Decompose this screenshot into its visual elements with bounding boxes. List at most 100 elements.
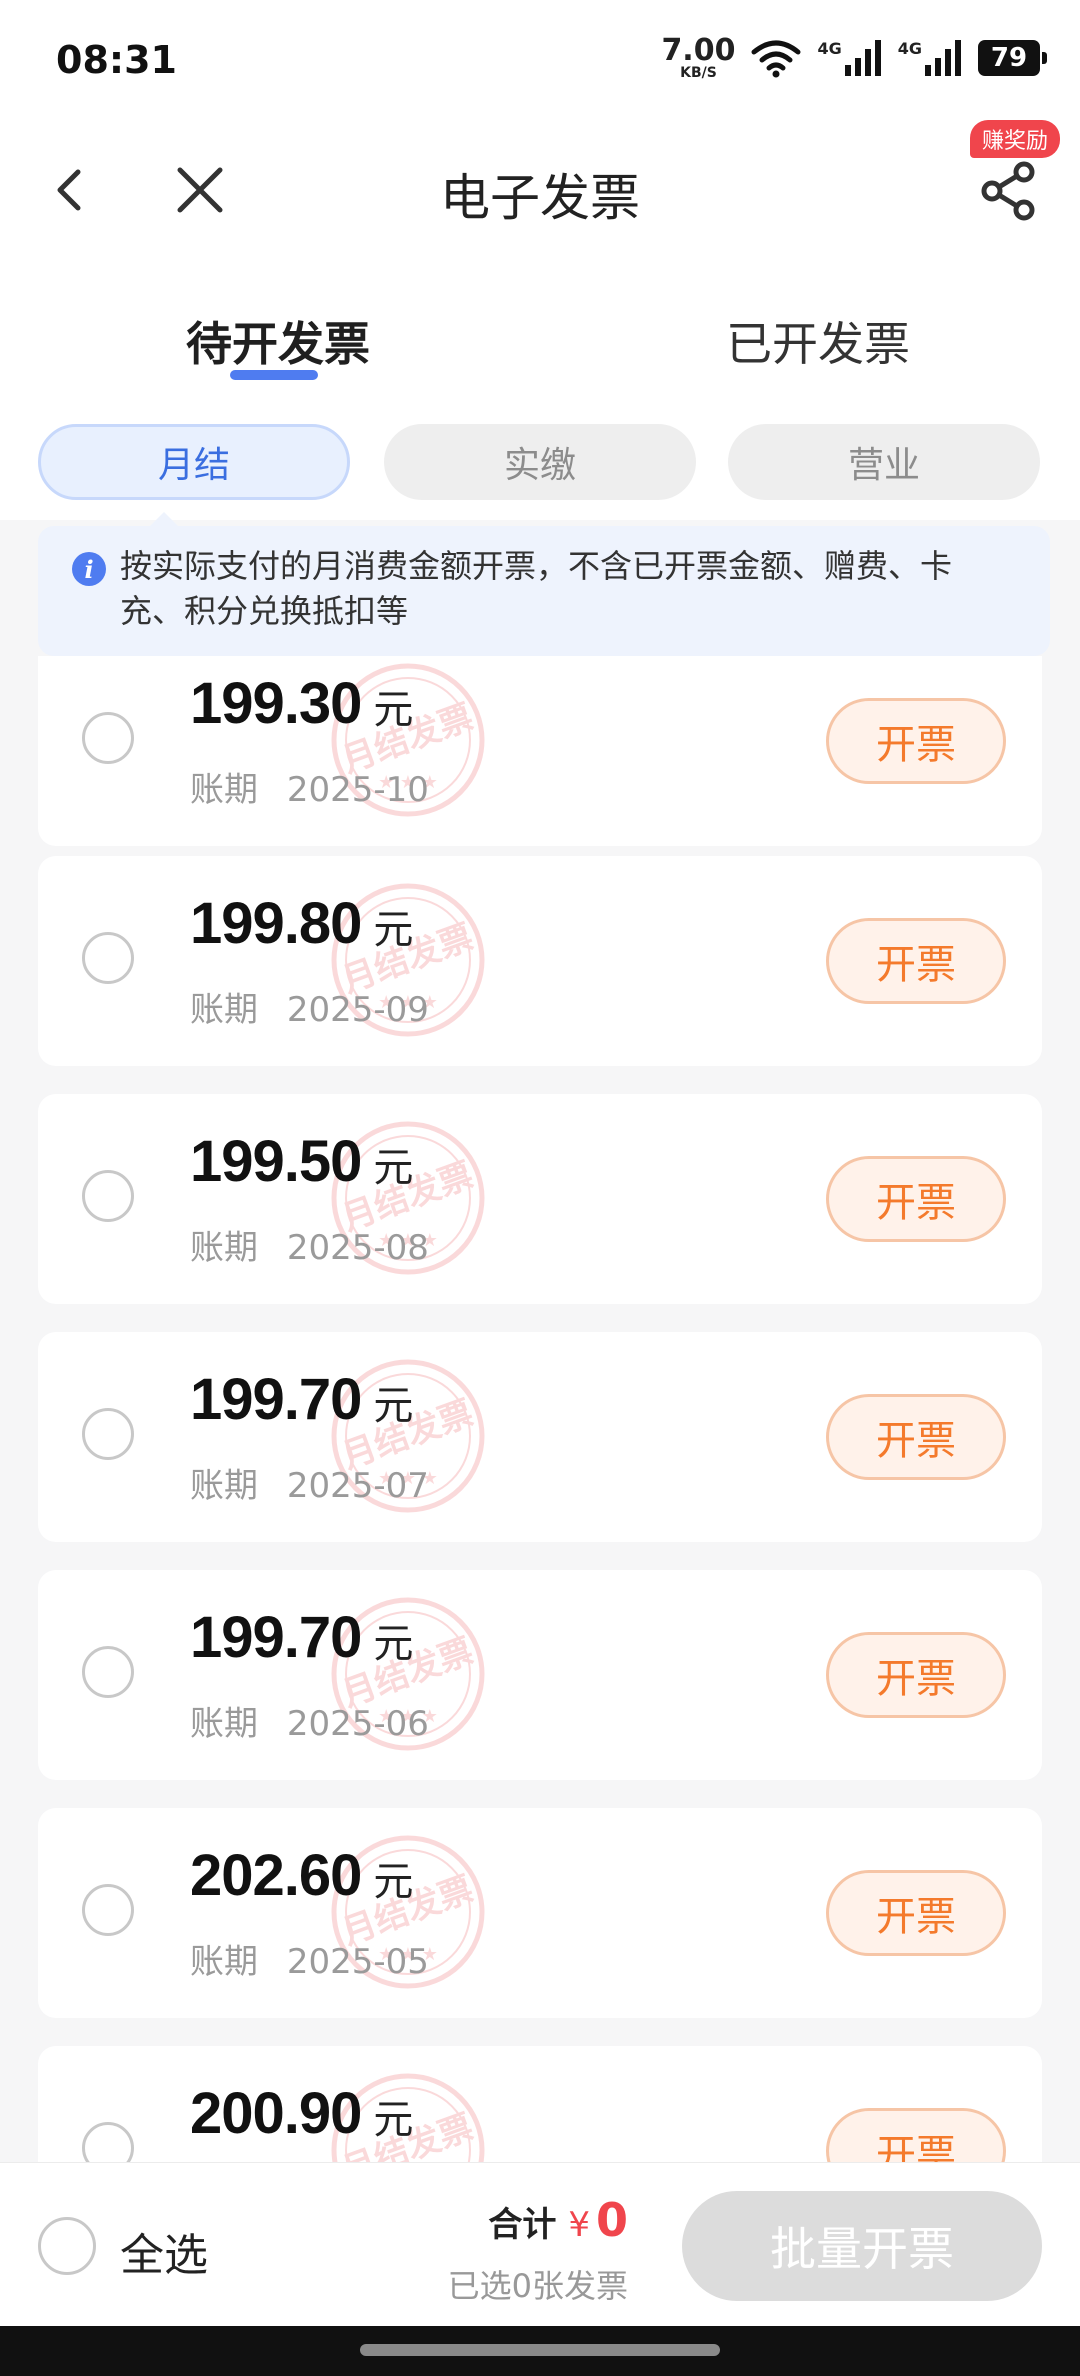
- billing-period-label: 账期: [190, 1704, 258, 1744]
- active-tab-indicator: [230, 370, 318, 380]
- filter-paid[interactable]: 实缴: [384, 424, 696, 500]
- network-type-2: 4G: [897, 39, 922, 58]
- net-speed-value: 7.00: [661, 33, 736, 68]
- total-value: 0: [595, 2193, 628, 2247]
- status-icons: 7.00 KB/S 4G 4G 79: [661, 33, 1047, 81]
- invoice-select-radio[interactable]: [82, 2122, 134, 2162]
- notice-caret: [150, 512, 178, 526]
- share-icon[interactable]: [978, 160, 1040, 222]
- currency-unit: 元: [373, 1383, 414, 1429]
- billing-period-label: 账期: [190, 1942, 258, 1982]
- currency-unit: 元: [373, 1145, 414, 1191]
- header: 电子发票 赚奖励: [0, 120, 1080, 260]
- tab-issued-invoices[interactable]: 已开发票: [726, 308, 910, 374]
- invoice-card[interactable]: 月结发票 ★ ★ ★ 199.50 元 账期 2025-08 开票: [38, 1094, 1042, 1304]
- invoice-amount: 199.70: [190, 1605, 362, 1670]
- invoice-select-radio[interactable]: [82, 1170, 134, 1222]
- billing-period: 账期 2025-10: [190, 762, 429, 811]
- invoice-card[interactable]: 月结发票 ★ ★ ★ 202.60 元 账期 2025-05 开票: [38, 1808, 1042, 2018]
- currency-unit: 元: [373, 2097, 414, 2143]
- invoice-card[interactable]: 月结发票 ★ ★ ★ 200.90 元 开票: [38, 2046, 1042, 2162]
- billing-period-value: 2025-08: [286, 1228, 429, 1268]
- issue-invoice-button[interactable]: 开票: [826, 1394, 1006, 1480]
- reward-badge[interactable]: 赚奖励: [970, 120, 1061, 158]
- billing-period-value: 2025-06: [286, 1704, 429, 1744]
- invoice-amount: 199.80: [190, 891, 362, 956]
- select-all-radio[interactable]: [38, 2217, 96, 2275]
- issue-invoice-button[interactable]: 开票: [826, 1870, 1006, 1956]
- currency-unit: 元: [373, 1621, 414, 1667]
- signal-icon: [925, 40, 961, 76]
- notice-text: 按实际支付的月消费金额开票，不含已开票金额、赠费、卡充、积分兑换抵扣等: [120, 547, 953, 630]
- net-speed: 7.00 KB/S: [661, 33, 736, 81]
- invoice-amount: 199.50: [190, 1129, 362, 1194]
- issue-invoice-button[interactable]: 开票: [826, 698, 1006, 784]
- invoice-select-radio[interactable]: [82, 1884, 134, 1936]
- cell-signal-2: 4G: [898, 39, 962, 77]
- issue-invoice-button[interactable]: 开票: [826, 1632, 1006, 1718]
- billing-period-value: 2025-05: [286, 1942, 429, 1982]
- page-title: 电子发票: [440, 169, 640, 227]
- currency-unit: 元: [373, 687, 414, 733]
- invoice-list: 月结发票 ★ ★ ★ 199.30 元 账期 2025-10 开票 月结发票 ★…: [38, 656, 1042, 2162]
- invoice-select-radio[interactable]: [82, 1646, 134, 1698]
- billing-period-label: 账期: [190, 1466, 258, 1506]
- billing-period-label: 账期: [190, 990, 258, 1030]
- total-label: 合计: [488, 2205, 557, 2245]
- wifi-icon: [751, 40, 801, 78]
- billing-period: 账期 2025-09: [190, 982, 429, 1031]
- filter-bar: 月结 实缴 营业: [0, 410, 1080, 520]
- status-bar: 08:31 7.00 KB/S 4G 4G 79: [0, 0, 1080, 120]
- batch-issue-button[interactable]: 批量开票: [682, 2191, 1042, 2301]
- battery-icon: 79: [978, 40, 1047, 76]
- issue-invoice-button[interactable]: 开票: [826, 1156, 1006, 1242]
- amount-row: 199.30 元: [190, 670, 413, 737]
- selected-count: 已选0张发票: [447, 2267, 628, 2305]
- filter-business[interactable]: 营业: [728, 424, 1040, 500]
- amount-row: 199.70 元: [190, 1604, 413, 1671]
- invoice-card[interactable]: 月结发票 ★ ★ ★ 199.70 元 账期 2025-07 开票: [38, 1332, 1042, 1542]
- amount-row: 199.50 元: [190, 1128, 413, 1195]
- invoice-amount: 202.60: [190, 1843, 362, 1908]
- billing-period-value: 2025-10: [286, 770, 429, 810]
- bottom-bar: 全选 合计 ¥ 0 已选0张发票 批量开票: [0, 2162, 1080, 2327]
- issue-invoice-button[interactable]: 开票: [826, 2108, 1006, 2162]
- filter-monthly[interactable]: 月结: [38, 424, 350, 500]
- billing-period: 账期 2025-05: [190, 1934, 429, 1983]
- amount-row: 200.90 元: [190, 2080, 413, 2147]
- billing-period: 账期 2025-06: [190, 1696, 429, 1745]
- status-time: 08:31: [56, 38, 177, 82]
- tab-pending-invoices[interactable]: 待开发票: [186, 308, 370, 374]
- select-all-label[interactable]: 全选: [120, 2219, 208, 2283]
- network-type-1: 4G: [817, 39, 842, 58]
- billing-period-value: 2025-09: [286, 990, 429, 1030]
- amount-row: 199.70 元: [190, 1366, 413, 1433]
- signal-icon: [844, 40, 881, 76]
- invoice-amount: 199.30: [190, 671, 362, 736]
- net-speed-unit: KB/S: [680, 65, 717, 81]
- invoice-select-radio[interactable]: [82, 932, 134, 984]
- currency-symbol: ¥: [568, 2205, 590, 2245]
- total-row: 合计 ¥ 0: [488, 2193, 628, 2247]
- billing-period: 账期 2025-08: [190, 1220, 429, 1269]
- invoice-card[interactable]: 月结发票 ★ ★ ★ 199.70 元 账期 2025-06 开票: [38, 1570, 1042, 1780]
- billing-period-value: 2025-07: [286, 1466, 429, 1506]
- amount-row: 202.60 元: [190, 1842, 413, 1909]
- currency-unit: 元: [373, 907, 414, 953]
- invoice-select-radio[interactable]: [82, 712, 134, 764]
- amount-row: 199.80 元: [190, 890, 413, 957]
- invoice-amount: 200.90: [190, 2081, 362, 2146]
- billing-period-label: 账期: [190, 770, 258, 810]
- invoice-select-radio[interactable]: [82, 1408, 134, 1460]
- cell-signal-1: 4G: [817, 39, 881, 77]
- invoice-card[interactable]: 月结发票 ★ ★ ★ 199.80 元 账期 2025-09 开票: [38, 856, 1042, 1066]
- billing-period: 账期 2025-07: [190, 1458, 429, 1507]
- home-indicator[interactable]: [360, 2344, 720, 2356]
- invoice-amount: 199.70: [190, 1367, 362, 1432]
- billing-period-label: 账期: [190, 1228, 258, 1268]
- system-nav-bar: [0, 2326, 1080, 2376]
- info-icon: i: [72, 552, 106, 586]
- invoice-card[interactable]: 月结发票 ★ ★ ★ 199.30 元 账期 2025-10 开票: [38, 656, 1042, 846]
- notice-banner: i 按实际支付的月消费金额开票，不含已开票金额、赠费、卡充、积分兑换抵扣等: [38, 512, 1050, 656]
- issue-invoice-button[interactable]: 开票: [826, 918, 1006, 1004]
